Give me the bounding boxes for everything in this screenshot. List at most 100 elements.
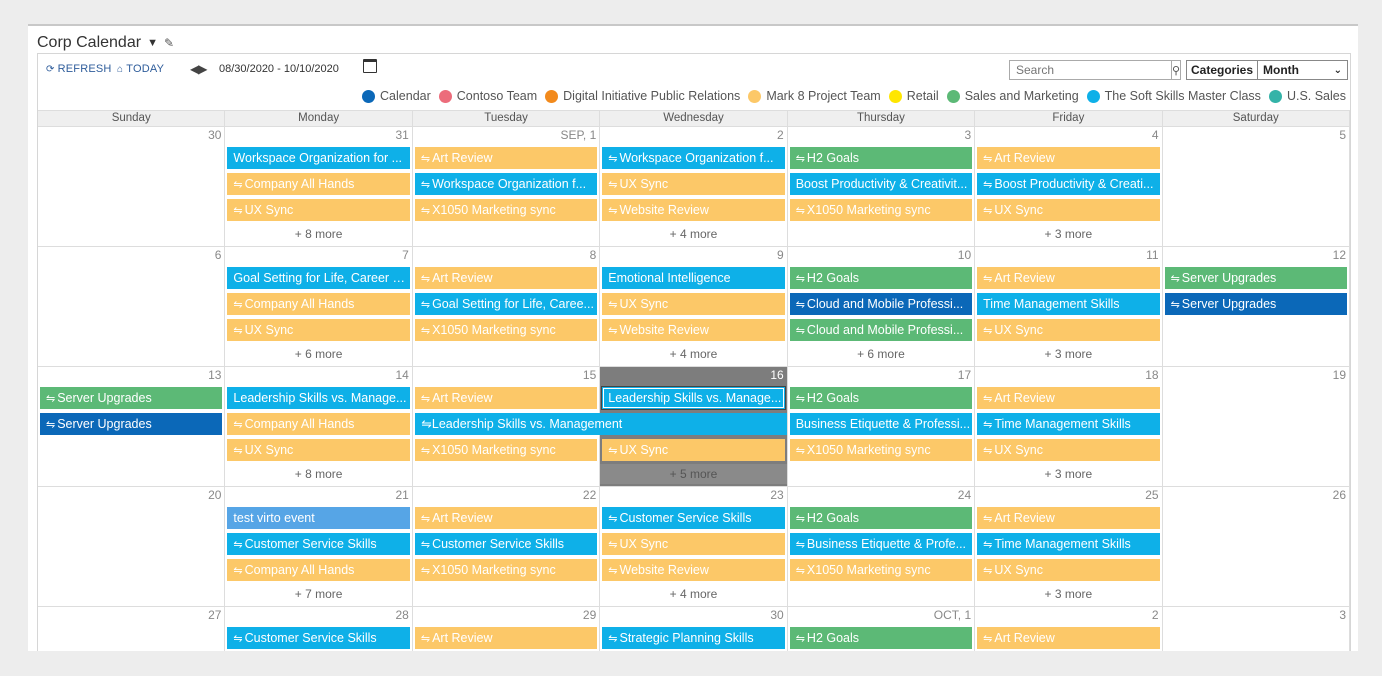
legend-item[interactable]: The Soft Skills Master Class [1086,89,1261,103]
calendar-event[interactable]: ⇋ X1050 Marketing sync [789,439,973,461]
day-cell[interactable]: 31 Workspace Organization for ... ⇋ Company… [225,127,413,246]
more-events-link[interactable]: + 3 more [975,464,1161,484]
day-cell[interactable]: 13 ⇋ Server Upgrades ⇋ Server Upgrades [38,367,226,486]
more-events-link[interactable]: + 4 more [600,344,786,364]
calendar-event[interactable]: ⇋ Website Review [602,319,785,341]
day-number[interactable]: 18 [1145,368,1158,382]
day-number[interactable]: 22 [583,488,596,502]
day-number[interactable]: 24 [958,488,971,502]
calendar-event[interactable]: ⇋ UX Sync [977,199,1160,221]
calendar-event[interactable]: ⇋ Server Upgrades [1164,293,1347,315]
calendar-event[interactable]: ⇋ Customer Service Skills [602,507,785,529]
day-number[interactable]: 16 [770,368,783,382]
calendar-event[interactable]: ⇋ H2 Goals [789,387,973,409]
day-number[interactable]: OCT, 1 [934,608,971,622]
next-arrow-icon[interactable]: ▶ [198,62,207,76]
calendar-event[interactable]: ⇋ H2 Goals [789,147,973,169]
calendar-event[interactable]: ⇋ UX Sync [602,533,785,555]
more-events-link[interactable]: + 4 more [600,224,786,244]
calendar-event[interactable]: ⇋ Company All Hands [227,293,410,315]
day-cell[interactable]: 19 [1163,367,1350,486]
calendar-event[interactable]: ⇋ H2 Goals [789,507,973,529]
more-events-link[interactable]: + 8 more [225,464,411,484]
day-number[interactable]: 3 [964,128,971,142]
calendar-event[interactable]: ⇋ Server Upgrades [40,413,223,435]
calendar-event[interactable]: Workspace Organization for ... [227,147,410,169]
calendar-event[interactable]: ⇋ Art Review [977,147,1160,169]
calendar-title[interactable]: Corp Calendar [37,34,141,52]
legend-item[interactable]: Calendar [362,89,431,103]
calendar-event[interactable]: ⇋ Cloud and Mobile Professi... [789,319,973,341]
day-number[interactable]: 15 [583,368,596,382]
day-number[interactable]: 7 [402,248,409,262]
day-cell[interactable]: SEP, 1 ⇋ Art Review ⇋ Workspace Organization… [413,127,601,246]
day-number[interactable]: 23 [770,488,783,502]
day-number[interactable]: 26 [1333,488,1346,502]
calendar-event[interactable]: ⇋ Customer Service Skills [227,533,410,555]
calendar-event[interactable]: ⇋ Goal Setting for Life, Caree... [414,293,598,315]
calendar-event[interactable]: ⇋ H2 Goals [789,267,973,289]
day-cell[interactable]: 10 ⇋ H2 Goals ⇋ Cloud and Mobile Professi...… [788,247,976,366]
day-number[interactable]: 11 [1146,248,1158,262]
day-number[interactable]: 2 [777,128,784,142]
refresh-button[interactable]: ⟳ REFRESH [46,63,112,75]
calendar-event[interactable]: ⇋ Website Review [602,559,785,581]
day-cell[interactable]: 30 ⇋ Strategic Planning Skills [600,607,788,651]
day-number[interactable]: 3 [1339,608,1346,622]
calendar-event[interactable]: ⇋ Time Management Skills [977,413,1160,435]
day-cell[interactable]: 18 ⇋ Art Review ⇋ Time Management Skills ⇋ UX … [975,367,1163,486]
legend-item[interactable]: Digital Initiative Public Relations [545,89,740,103]
day-cell[interactable]: 11 ⇋ Art Review Time Management Skills ⇋ UX S… [975,247,1163,366]
calendar-event[interactable]: ⇋ Company All Hands [227,559,410,581]
day-number[interactable]: SEP, 1 [560,128,596,142]
today-button[interactable]: ⌂ TODAY [117,63,164,75]
legend-item[interactable]: Sales and Marketing [946,89,1079,103]
prev-arrow-icon[interactable]: ◀ [190,62,199,76]
calendar-event[interactable]: Leadership Skills vs. Manage... [602,387,785,409]
day-cell[interactable]: 3 ⇋ H2 Goals Boost Productivity & Creativit… [788,127,976,246]
calendar-event[interactable]: ⇋Leadership Skills vs. Management [415,413,787,435]
calendar-event[interactable]: ⇋ Art Review [977,267,1160,289]
day-number[interactable]: 21 [395,488,408,502]
calendar-event[interactable]: Time Management Skills [977,293,1160,315]
day-number[interactable]: 12 [1333,248,1346,262]
calendar-event[interactable]: ⇋ Company All Hands [227,413,410,435]
calendar-event[interactable]: ⇋ X1050 Marketing sync [414,559,598,581]
day-number[interactable]: 29 [583,608,596,622]
day-cell[interactable]: OCT, 1 ⇋ H2 Goals [788,607,976,651]
more-events-link[interactable]: + 5 more [600,464,787,484]
day-cell[interactable]: 24 ⇋ H2 Goals ⇋ Business Etiquette & Profe..… [788,487,976,606]
view-select[interactable]: Month ⌄ [1257,60,1348,80]
day-number[interactable]: 31 [395,128,408,142]
day-number[interactable]: 9 [777,248,784,262]
categories-button[interactable]: Categories [1186,60,1259,80]
calendar-event[interactable]: ⇋ Server Upgrades [40,387,223,409]
calendar-event[interactable]: ⇋ UX Sync [227,319,410,341]
calendar-event[interactable]: ⇋ Art Review [414,147,598,169]
calendar-event[interactable]: ⇋ Art Review [977,507,1160,529]
day-cell[interactable]: 17 ⇋ H2 Goals Business Etiquette & Professi… [788,367,976,486]
calendar-event[interactable]: ⇋ Boost Productivity & Creati... [977,173,1160,195]
calendar-event[interactable]: ⇋ Strategic Planning Skills [602,627,785,649]
day-cell[interactable]: 29 ⇋ Art Review [413,607,601,651]
calendar-event[interactable]: Goal Setting for Life, Career &... [227,267,410,289]
legend-item[interactable]: U.S. Sales [1268,89,1346,103]
calendar-event[interactable]: ⇋ Server Upgrades [1164,267,1347,289]
day-number[interactable]: 25 [1145,488,1158,502]
legend-item[interactable]: Contoso Team [438,89,537,103]
day-number[interactable]: 6 [215,248,222,262]
calendar-event[interactable]: ⇋ Business Etiquette & Profe... [789,533,973,555]
day-cell[interactable]: 12 ⇋ Server Upgrades ⇋ Server Upgrades [1163,247,1350,366]
calendar-event[interactable]: ⇋ Company All Hands [227,173,410,195]
calendar-event[interactable]: ⇋ UX Sync [977,439,1160,461]
more-events-link[interactable]: + 6 more [788,344,974,364]
calendar-event[interactable]: Emotional Intelligence [602,267,785,289]
more-events-link[interactable]: + 3 more [975,224,1161,244]
day-number[interactable]: 17 [958,368,971,382]
more-events-link[interactable]: + 6 more [225,344,411,364]
day-number[interactable]: 8 [590,248,597,262]
calendar-event[interactable]: ⇋ Customer Service Skills [414,533,598,555]
calendar-event[interactable]: ⇋ UX Sync [602,173,785,195]
day-cell[interactable]: 22 ⇋ Art Review ⇋ Customer Service Skills ⇋ X1… [413,487,601,606]
day-cell[interactable]: 26 [1163,487,1350,606]
